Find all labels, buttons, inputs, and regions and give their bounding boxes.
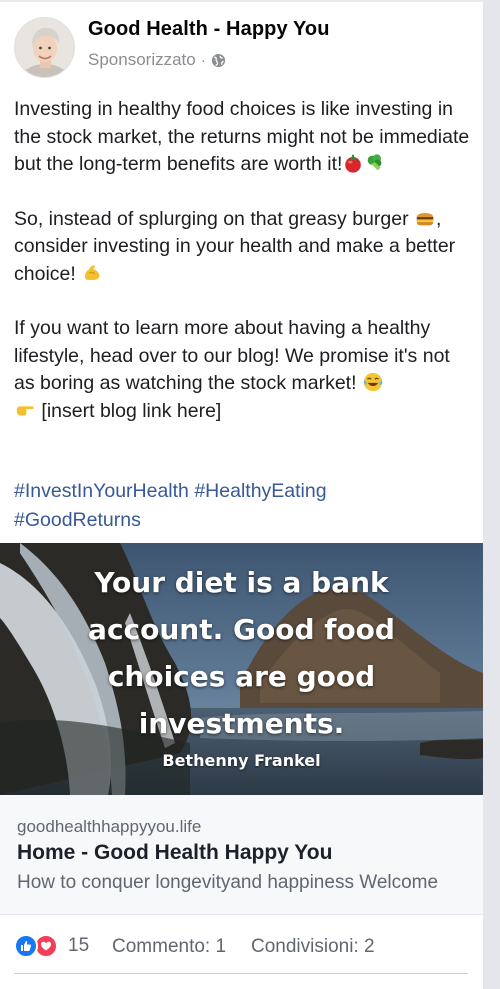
paragraph-2-text-start: So, instead of splurging on that greasy … [14, 207, 409, 230]
burger-emoji-icon [416, 212, 434, 225]
page-edge [483, 0, 500, 989]
reactions-summary[interactable]: 15 [14, 934, 89, 958]
quote-image[interactable]: Your diet is a bank account. Good food c… [0, 543, 483, 795]
quote-author: Bethenny Frankel [162, 751, 321, 770]
post-paragraph-3: If you want to learn more about having a… [14, 315, 474, 425]
broccoli-emoji-icon [368, 154, 382, 171]
flexed-biceps-emoji-icon [85, 264, 100, 280]
sponsored-label[interactable]: Sponsorizzato [88, 50, 196, 70]
link-preview[interactable]: goodhealthhappyyou.life Home - Good Heal… [0, 795, 483, 915]
post-meta: Sponsorizzato · [88, 50, 226, 70]
hashtag-invest-in-your-health[interactable]: #InvestInYourHealth [14, 480, 189, 502]
page-name[interactable]: Good Health - Happy You [88, 18, 330, 41]
pointing-right-emoji-icon [16, 405, 34, 415]
sponsored-post: Good Health - Happy You Sponsorizzato · … [0, 0, 483, 989]
hashtag-healthy-eating[interactable]: #HealthyEating [194, 480, 326, 502]
meta-separator: · [200, 51, 206, 69]
footer-divider [14, 973, 468, 974]
tears-of-joy-emoji-icon [363, 372, 383, 392]
comments-count[interactable]: Commento: 1 [112, 936, 226, 958]
page-avatar[interactable] [14, 17, 75, 78]
paragraph-1-text: Investing in healthy food choices is lik… [14, 98, 470, 175]
quote-line-4: investments. [138, 707, 345, 740]
link-description: How to conquer longevityand happiness We… [17, 872, 439, 893]
post-paragraph-2: So, instead of splurging on that greasy … [14, 206, 474, 289]
tomato-emoji-icon [345, 154, 362, 173]
blog-link-placeholder: [insert blog link here] [41, 399, 222, 422]
post-text: Investing in healthy food choices is lik… [14, 96, 474, 452]
paragraph-3-text-start: If you want to learn more about having a… [14, 317, 450, 394]
quote-line-2: account. Good food [88, 613, 395, 646]
quote-line-1: Your diet is a bank [94, 566, 389, 599]
link-domain: goodhealthhappyyou.life [17, 817, 202, 836]
like-reaction-icon [14, 934, 38, 958]
globe-icon [211, 53, 225, 67]
link-title[interactable]: Home - Good Health Happy You [17, 841, 332, 865]
post-paragraph-1: Investing in healthy food choices is lik… [14, 96, 474, 179]
quote-text: Your diet is a bank account. Good food c… [0, 559, 483, 747]
hashtags: #InvestInYourHealth #HealthyEating #Good… [14, 477, 474, 535]
shares-count[interactable]: Condivisioni: 2 [251, 936, 375, 958]
reactions-count: 15 [68, 935, 90, 956]
quote-line-3: choices are good [107, 660, 376, 693]
hashtag-good-returns[interactable]: #GoodReturns [14, 509, 141, 531]
top-divider [0, 0, 483, 2]
